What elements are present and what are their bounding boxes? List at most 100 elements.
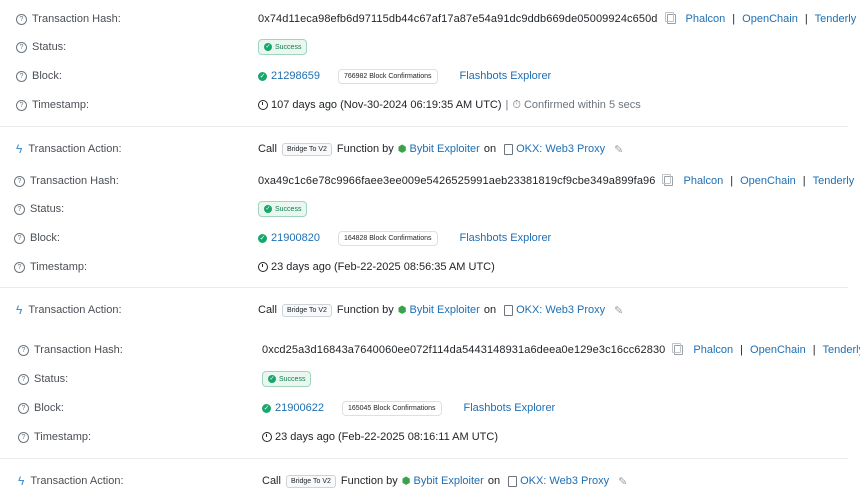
copy-icon[interactable] <box>664 12 676 24</box>
question-circle-icon[interactable]: ? <box>18 402 29 414</box>
tx-hash-label-wrap: ? Transaction Hash: <box>16 9 121 29</box>
timestamp-value: 23 days ago (Feb-22-2025 08:16:11 AM UTC… <box>262 427 498 447</box>
block-number-link[interactable]: 21900820 <box>271 232 320 244</box>
tx-action-value: Call Bridge To V2 Function by ⬢ Bybit Ex… <box>258 139 623 159</box>
tx-action-label-wrap: ϟ Transaction Action: <box>16 139 122 159</box>
question-circle-icon[interactable]: ? <box>16 13 27 25</box>
target-contract-link[interactable]: OKX: Web3 Proxy <box>516 143 605 155</box>
timestamp-label: Timestamp: <box>30 261 88 273</box>
timestamp-value: 23 days ago (Feb-22-2025 08:56:35 AM UTC… <box>258 257 495 277</box>
pencil-icon[interactable]: ✎ <box>614 304 623 317</box>
status-label-wrap: ? Status: <box>18 369 68 389</box>
status-text: Success <box>275 43 302 51</box>
tx-action-row: ϟ Transaction Action: Call Bridge To V2 F… <box>0 139 860 159</box>
block-confirmations-badge: 164828 Block Confirmations <box>337 230 438 246</box>
tx-action-row: ϟ Transaction Action: Call Bridge To V2 F… <box>0 300 860 320</box>
link-separator: | <box>740 344 744 356</box>
tx-hash-label: Transaction Hash: <box>30 175 119 187</box>
on-text: on <box>483 143 497 155</box>
status-badge: ✓ Success <box>262 371 312 387</box>
tenderly-link[interactable]: Tenderly <box>815 13 857 25</box>
block-label: Block: <box>30 232 60 244</box>
tenderly-link[interactable]: Tenderly <box>823 344 860 356</box>
status-value: ✓ Success <box>258 37 308 57</box>
openchain-link[interactable]: OpenChain <box>742 13 798 25</box>
link-separator: | <box>732 13 736 25</box>
tx-hash-label: Transaction Hash: <box>34 344 123 356</box>
clock-icon <box>262 432 272 442</box>
question-circle-icon[interactable]: ? <box>14 203 25 215</box>
question-circle-icon[interactable]: ? <box>18 431 29 443</box>
target-contract-link[interactable]: OKX: Web3 Proxy <box>520 475 609 487</box>
function-tag: Bridge To V2 <box>285 474 336 488</box>
clock-icon <box>258 100 268 110</box>
timestamp-label-wrap: ? Timestamp: <box>14 257 87 277</box>
check-circle-icon: ✓ <box>258 71 267 81</box>
phalcon-link[interactable]: Phalcon <box>686 13 726 25</box>
function-tag: Bridge To V2 <box>281 303 332 317</box>
link-separator: | <box>802 175 806 187</box>
tx-hash-label-wrap: ? Transaction Hash: <box>18 340 123 360</box>
tx-action-label: Transaction Action: <box>28 304 122 316</box>
block-number-link[interactable]: 21900622 <box>275 402 324 414</box>
block-label-wrap: ? Block: <box>18 398 64 418</box>
target-contract-link[interactable]: OKX: Web3 Proxy <box>516 304 605 316</box>
question-circle-icon[interactable]: ? <box>18 344 29 356</box>
block-confirmations-badge: 165045 Block Confirmations <box>341 400 442 416</box>
flashbots-explorer-link[interactable]: Flashbots Explorer <box>460 70 552 82</box>
question-circle-icon[interactable]: ? <box>14 232 25 244</box>
check-circle-icon: ✓ <box>258 233 267 243</box>
robot-icon: ⬢ <box>397 304 407 316</box>
question-circle-icon[interactable]: ? <box>14 261 25 273</box>
block-number-link[interactable]: 21298659 <box>271 70 320 82</box>
flashbots-explorer-link[interactable]: Flashbots Explorer <box>460 232 552 244</box>
block-row: ? Block: ✓ 21298659 766982 Block Confirma… <box>0 66 860 86</box>
timestamp-text: 23 days ago (Feb-22-2025 08:56:35 AM UTC… <box>271 261 495 273</box>
function-by-text: Function by <box>336 304 394 316</box>
actor-link[interactable]: Bybit Exploiter <box>410 304 480 316</box>
section-divider <box>0 458 848 459</box>
link-separator: | <box>812 344 816 356</box>
block-value: ✓ 21900622 165045 Block Confirmations Fl… <box>262 398 555 418</box>
confirmed-within-text: Confirmed within 5 secs <box>523 99 641 111</box>
tx-hash-text: 0xcd25a3d16843a7640060ee072f114da5443148… <box>262 344 666 356</box>
pencil-icon[interactable]: ✎ <box>614 143 623 156</box>
timestamp-value: 107 days ago (Nov-30-2024 06:19:35 AM UT… <box>258 95 641 115</box>
function-by-text: Function by <box>340 475 398 487</box>
tx-hash-row: ? Transaction Hash: 0x74d11eca98efb6d9711… <box>0 9 860 29</box>
tx-hash-text: 0x74d11eca98efb6d97115db44c67af17a87e54a… <box>258 13 658 25</box>
pencil-icon[interactable]: ✎ <box>618 475 627 488</box>
phalcon-link[interactable]: Phalcon <box>683 175 723 187</box>
block-label-wrap: ? Block: <box>16 66 62 86</box>
tenderly-link[interactable]: Tenderly <box>813 175 855 187</box>
openchain-link[interactable]: OpenChain <box>740 175 796 187</box>
tx-action-label-wrap: ϟ Transaction Action: <box>18 471 124 491</box>
status-row: ? Status: ✓ Success <box>0 37 860 57</box>
section-divider <box>0 126 848 127</box>
timestamp-text: 107 days ago (Nov-30-2024 06:19:35 AM UT… <box>271 99 502 111</box>
actor-link[interactable]: Bybit Exploiter <box>414 475 484 487</box>
question-circle-icon[interactable]: ? <box>14 175 25 187</box>
phalcon-link[interactable]: Phalcon <box>693 344 733 356</box>
question-circle-icon[interactable]: ? <box>16 99 27 111</box>
call-text: Call <box>258 143 277 155</box>
status-label: Status: <box>32 41 67 53</box>
status-badge: ✓ Success <box>258 201 308 217</box>
stopwatch-icon: ⏱ <box>512 98 521 111</box>
tx-action-value: Call Bridge To V2 Function by ⬢ Bybit Ex… <box>258 300 623 320</box>
question-circle-icon[interactable]: ? <box>18 373 29 385</box>
question-circle-icon[interactable]: ? <box>16 70 27 82</box>
openchain-link[interactable]: OpenChain <box>750 344 806 356</box>
copy-icon[interactable] <box>662 174 674 186</box>
tx-hash-label: Transaction Hash: <box>32 13 121 25</box>
timestamp-text: 23 days ago (Feb-22-2025 08:16:11 AM UTC… <box>275 431 498 443</box>
tx-action-row: ϟ Transaction Action: Call Bridge To V2 F… <box>0 471 860 491</box>
copy-icon[interactable] <box>672 343 684 355</box>
tx-hash-text: 0xa49c1c6e78c9966faee3ee009e5426525991ae… <box>258 175 656 187</box>
check-circle-icon: ✓ <box>264 43 272 51</box>
question-circle-icon[interactable]: ? <box>16 41 27 53</box>
actor-link[interactable]: Bybit Exploiter <box>410 143 480 155</box>
tx-hash-row: ? Transaction Hash: 0xa49c1c6e78c9966faee… <box>0 171 860 191</box>
flashbots-explorer-link[interactable]: Flashbots Explorer <box>464 402 556 414</box>
call-text: Call <box>258 304 277 316</box>
